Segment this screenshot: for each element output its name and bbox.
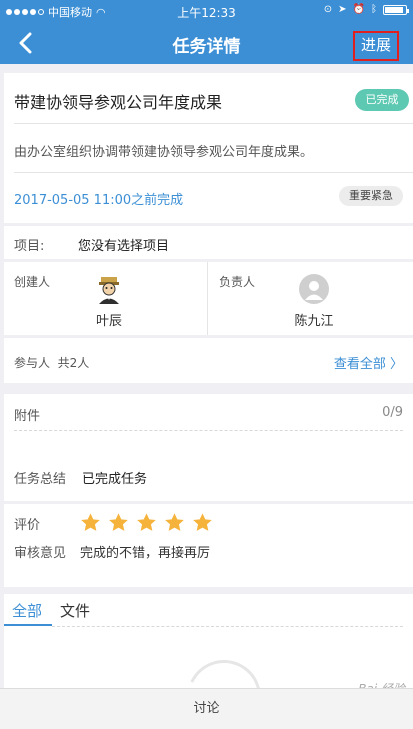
lock-rotation-icon: ⊙ [323, 4, 333, 15]
review-card: 评价 审核意见 完成的不错，再接再厉 [4, 504, 413, 587]
status-icons: ⊙ ➤ ⏰ ᛒ [323, 4, 409, 15]
owner-avatar [299, 274, 329, 304]
divider [14, 123, 413, 124]
active-tab-indicator [4, 624, 52, 626]
location-icon: ➤ [338, 4, 347, 15]
attachments-card: 附件 0/9 任务总结 已完成任务 [4, 394, 413, 501]
divider [52, 626, 403, 627]
divider [14, 430, 403, 431]
alarm-icon: ⏰ [352, 4, 365, 15]
opinion-label: 审核意见 [14, 546, 67, 561]
summary-value: 已完成任务 [82, 472, 148, 487]
star-icon [81, 513, 100, 531]
project-row[interactable]: 项目: 您没有选择项目 [4, 226, 413, 259]
people-card: 创建人 叶辰 负责人 陈九江 [4, 262, 413, 335]
status-bar: 中国移动 ◠ 上午12:33 ⊙ ➤ ⏰ ᛒ [0, 0, 413, 22]
project-value: 您没有选择项目 [78, 239, 170, 254]
rating-stars [80, 512, 213, 533]
task-description: 由办公室组织协调带领建协领导参观公司年度成果。 [14, 145, 314, 160]
creator-label: 创建人 [14, 275, 51, 289]
battery-icon [383, 4, 409, 15]
star-icon [193, 513, 212, 531]
status-badge: 已完成 [355, 89, 409, 111]
tab-all[interactable]: 全部 [12, 600, 42, 621]
divider [14, 172, 413, 173]
view-all-link[interactable]: 查看全部 〉 [334, 353, 403, 372]
summary-label: 任务总结 [14, 472, 67, 487]
owner-name: 陈九江 [294, 314, 334, 329]
task-title: 带建协领导参观公司年度成果 [14, 93, 223, 112]
tab-files[interactable]: 文件 [60, 600, 90, 621]
star-icon [109, 513, 128, 531]
project-label: 项目: [14, 239, 45, 254]
task-header-card: 带建协领导参观公司年度成果 已完成 由办公室组织协调带领建协领导参观公司年度成果… [4, 73, 413, 223]
progress-button[interactable]: 进展 [353, 31, 399, 61]
due-date[interactable]: 2017-05-05 11:00之前完成 [14, 189, 183, 208]
priority-badge[interactable]: 重要紧急 [339, 186, 403, 206]
creator-name: 叶辰 [95, 314, 122, 329]
attachments-count: 0/9 [382, 405, 403, 420]
bluetooth-icon: ᛒ [371, 4, 377, 15]
participants-count: 共2人 [57, 356, 90, 370]
page-title: 任务详情 [172, 37, 241, 57]
star-icon [137, 513, 156, 531]
discuss-button[interactable]: 讨论 [0, 688, 413, 729]
owner-section[interactable]: 负责人 陈九江 [209, 262, 413, 335]
owner-label: 负责人 [219, 275, 256, 289]
opinion-text: 完成的不错，再接再厉 [80, 546, 211, 561]
participants-label: 参与人 共2人 [14, 356, 90, 370]
nav-bar: 任务详情 进展 [0, 22, 413, 64]
participants-row: 参与人 共2人 查看全部 〉 [4, 338, 413, 383]
attachments-label: 附件 [14, 409, 41, 424]
creator-section[interactable]: 创建人 叶辰 [4, 262, 208, 335]
rating-label: 评价 [14, 518, 41, 533]
star-icon [165, 513, 184, 531]
creator-avatar [99, 277, 119, 304]
